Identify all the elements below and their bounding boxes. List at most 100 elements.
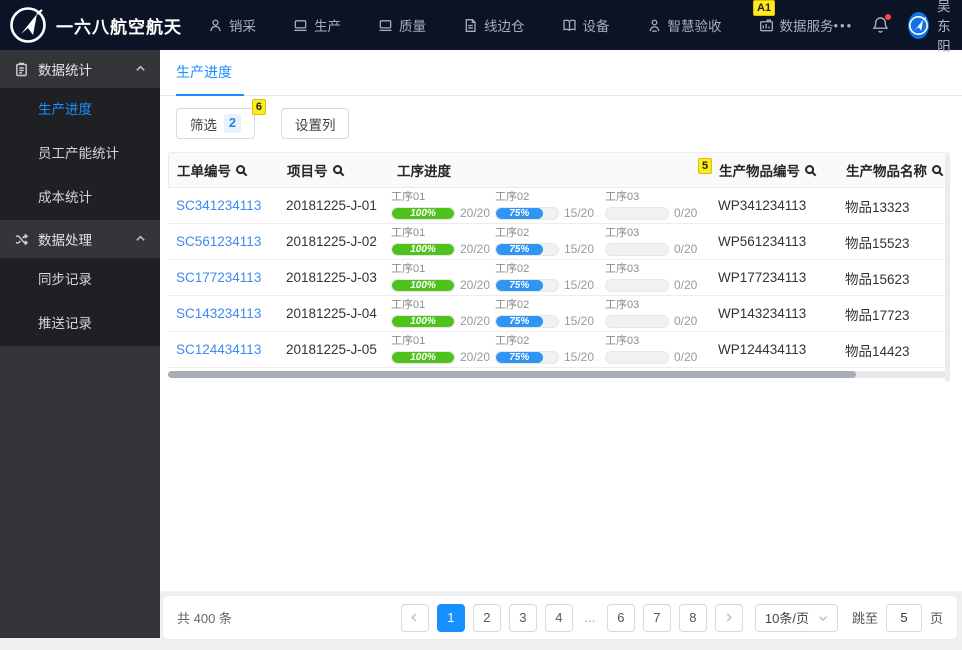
progress-bar: 100% bbox=[391, 206, 455, 220]
user-avatar bbox=[908, 11, 930, 39]
sidebar-group-data-statistics[interactable]: 数据统计 bbox=[0, 50, 160, 88]
progress-bar: 75% bbox=[495, 242, 559, 256]
more-menu-icon[interactable]: ••• bbox=[834, 18, 854, 33]
page-button[interactable]: 8 bbox=[678, 603, 707, 632]
set-columns-label: 设置列 bbox=[294, 117, 336, 133]
process-label: 工序02 bbox=[495, 335, 530, 347]
search-icon[interactable] bbox=[931, 164, 944, 177]
process-label: 工序01 bbox=[391, 299, 426, 311]
process-count: 20/20 bbox=[460, 350, 491, 364]
progress-bar bbox=[605, 206, 669, 220]
vertical-scrollbar[interactable] bbox=[945, 154, 950, 382]
document-icon bbox=[465, 18, 476, 32]
notification-dot bbox=[885, 14, 892, 20]
prev-page-button[interactable] bbox=[400, 603, 429, 632]
nav-item-smart-acceptance[interactable]: 智慧验收 bbox=[647, 15, 722, 35]
progress-bar bbox=[605, 242, 669, 256]
search-icon[interactable] bbox=[235, 164, 248, 177]
work-order-link[interactable]: SC561234113 bbox=[176, 234, 261, 249]
process-count: 20/20 bbox=[460, 206, 491, 220]
sidebar-group-data-processing[interactable]: 数据处理 bbox=[0, 220, 160, 258]
work-order-cell: SC561234113 bbox=[168, 234, 278, 249]
pagination-bar: 共 400 条 1 2 3 4 ... 6 7 8 10条/页 跳至 页 bbox=[162, 595, 958, 640]
process-count: 20/20 bbox=[460, 278, 491, 292]
work-order-link[interactable]: SC124434113 bbox=[176, 342, 261, 357]
page-button[interactable]: 6 bbox=[606, 603, 635, 632]
tab-production-progress[interactable]: 生产进度 bbox=[176, 62, 244, 96]
process-label: 工序02 bbox=[495, 263, 530, 275]
company-logo-icon bbox=[8, 5, 48, 45]
page-button[interactable]: 4 bbox=[544, 603, 573, 632]
nav-item-label: 生产 bbox=[314, 19, 341, 34]
process-label: 工序03 bbox=[605, 191, 640, 203]
search-icon[interactable] bbox=[332, 164, 345, 177]
process-label: 工序03 bbox=[605, 227, 640, 239]
column-header-project: 项目号 bbox=[279, 160, 389, 180]
process-group: 工序01 100% 20/20 bbox=[391, 227, 495, 256]
column-header-work-order: 工单编号 bbox=[169, 160, 279, 180]
chevron-left-icon bbox=[411, 613, 417, 622]
nav-item-quality[interactable]: 质量 bbox=[378, 15, 426, 35]
process-label: 工序02 bbox=[495, 191, 530, 203]
page-button[interactable]: 3 bbox=[508, 603, 537, 632]
nav-item-equipment[interactable]: 设备 bbox=[562, 15, 610, 35]
work-order-cell: SC124434113 bbox=[168, 342, 278, 357]
nav-item-label: 销采 bbox=[229, 19, 256, 34]
nav-item-data-services[interactable]: 数据服务 bbox=[759, 15, 834, 35]
process-label: 工序02 bbox=[495, 227, 530, 239]
search-icon[interactable] bbox=[804, 164, 817, 177]
process-progress-cell: 工序01 100% 20/20 工序02 75% 15/20 工序03 0/20 bbox=[388, 335, 710, 364]
company-name: 一六八航空航天 bbox=[56, 17, 182, 37]
progress-bar bbox=[605, 278, 669, 292]
progress-bar: 75% bbox=[495, 350, 559, 364]
work-order-link[interactable]: SC143234113 bbox=[176, 306, 261, 321]
set-columns-button[interactable]: 设置列 bbox=[280, 108, 350, 139]
page-button[interactable]: 1 bbox=[436, 603, 465, 632]
process-count: 15/20 bbox=[564, 278, 595, 292]
progress-bar: 100% bbox=[391, 242, 455, 256]
notification-bell-icon[interactable] bbox=[872, 14, 892, 34]
sidebar-item-cost-statistics[interactable]: 成本统计 bbox=[0, 176, 160, 220]
process-progress-cell: 工序01 100% 20/20 工序02 75% 15/20 工序03 0/20 bbox=[388, 299, 710, 328]
nav-item-label: 质量 bbox=[399, 19, 426, 34]
sidebar-item-employee-capacity[interactable]: 员工产能统计 bbox=[0, 132, 160, 176]
horizontal-scrollbar-thumb[interactable] bbox=[168, 371, 857, 378]
process-count: 0/20 bbox=[674, 242, 698, 256]
item-number-cell: WP143234113 bbox=[718, 306, 807, 321]
process-count: 15/20 bbox=[564, 350, 595, 364]
process-count: 0/20 bbox=[674, 314, 698, 328]
filter-button[interactable]: 筛选 2 6 bbox=[176, 99, 266, 139]
page-ellipsis[interactable]: ... bbox=[581, 610, 599, 625]
process-label: 工序02 bbox=[495, 299, 530, 311]
table-row: SC341234113 20181225-J-01 工序01 100% 20/2… bbox=[168, 188, 950, 224]
nav-item-lineside-warehouse[interactable]: 线边仓 bbox=[463, 15, 525, 35]
column-label: 工序进度 bbox=[397, 164, 451, 179]
page-button[interactable]: 7 bbox=[642, 603, 671, 632]
process-label: 工序03 bbox=[605, 299, 640, 311]
filter-count-badge: 2 bbox=[224, 114, 241, 133]
nav-item-sales[interactable]: 销采 bbox=[208, 15, 256, 35]
page-size-select[interactable]: 10条/页 bbox=[754, 603, 838, 632]
sidebar-item-push-records[interactable]: 推送记录 bbox=[0, 302, 160, 346]
next-page-button[interactable] bbox=[714, 603, 743, 632]
table-header-row: 工单编号 项目号 工序进度 5 生产物品编号 生产物品名称 bbox=[168, 152, 950, 188]
process-count: 15/20 bbox=[564, 242, 595, 256]
project-number-cell: 20181225-J-02 bbox=[286, 234, 377, 249]
work-order-link[interactable]: SC177234113 bbox=[176, 270, 261, 285]
page-button[interactable]: 2 bbox=[472, 603, 501, 632]
monitor-icon bbox=[294, 19, 307, 31]
process-group: 工序02 75% 15/20 bbox=[495, 335, 605, 364]
monitor-icon bbox=[379, 19, 392, 31]
jump-suffix: 页 bbox=[929, 611, 943, 626]
total-count: 共 400 条 bbox=[177, 611, 232, 626]
work-order-link[interactable]: SC341234113 bbox=[176, 198, 261, 213]
sidebar-item-sync-records[interactable]: 同步记录 bbox=[0, 258, 160, 302]
jump-label: 跳至 bbox=[851, 611, 878, 626]
sidebar-item-production-progress[interactable]: 生产进度 bbox=[0, 88, 160, 132]
table-row: SC177234113 20181225-J-03 工序01 100% 20/2… bbox=[168, 260, 950, 296]
progress-bar bbox=[605, 314, 669, 328]
jump-page-input[interactable] bbox=[885, 603, 922, 632]
user-menu[interactable]: 吴东阳 bbox=[908, 0, 957, 55]
user-name: 吴东阳 bbox=[937, 0, 951, 54]
nav-item-production[interactable]: 生产 bbox=[293, 15, 341, 35]
